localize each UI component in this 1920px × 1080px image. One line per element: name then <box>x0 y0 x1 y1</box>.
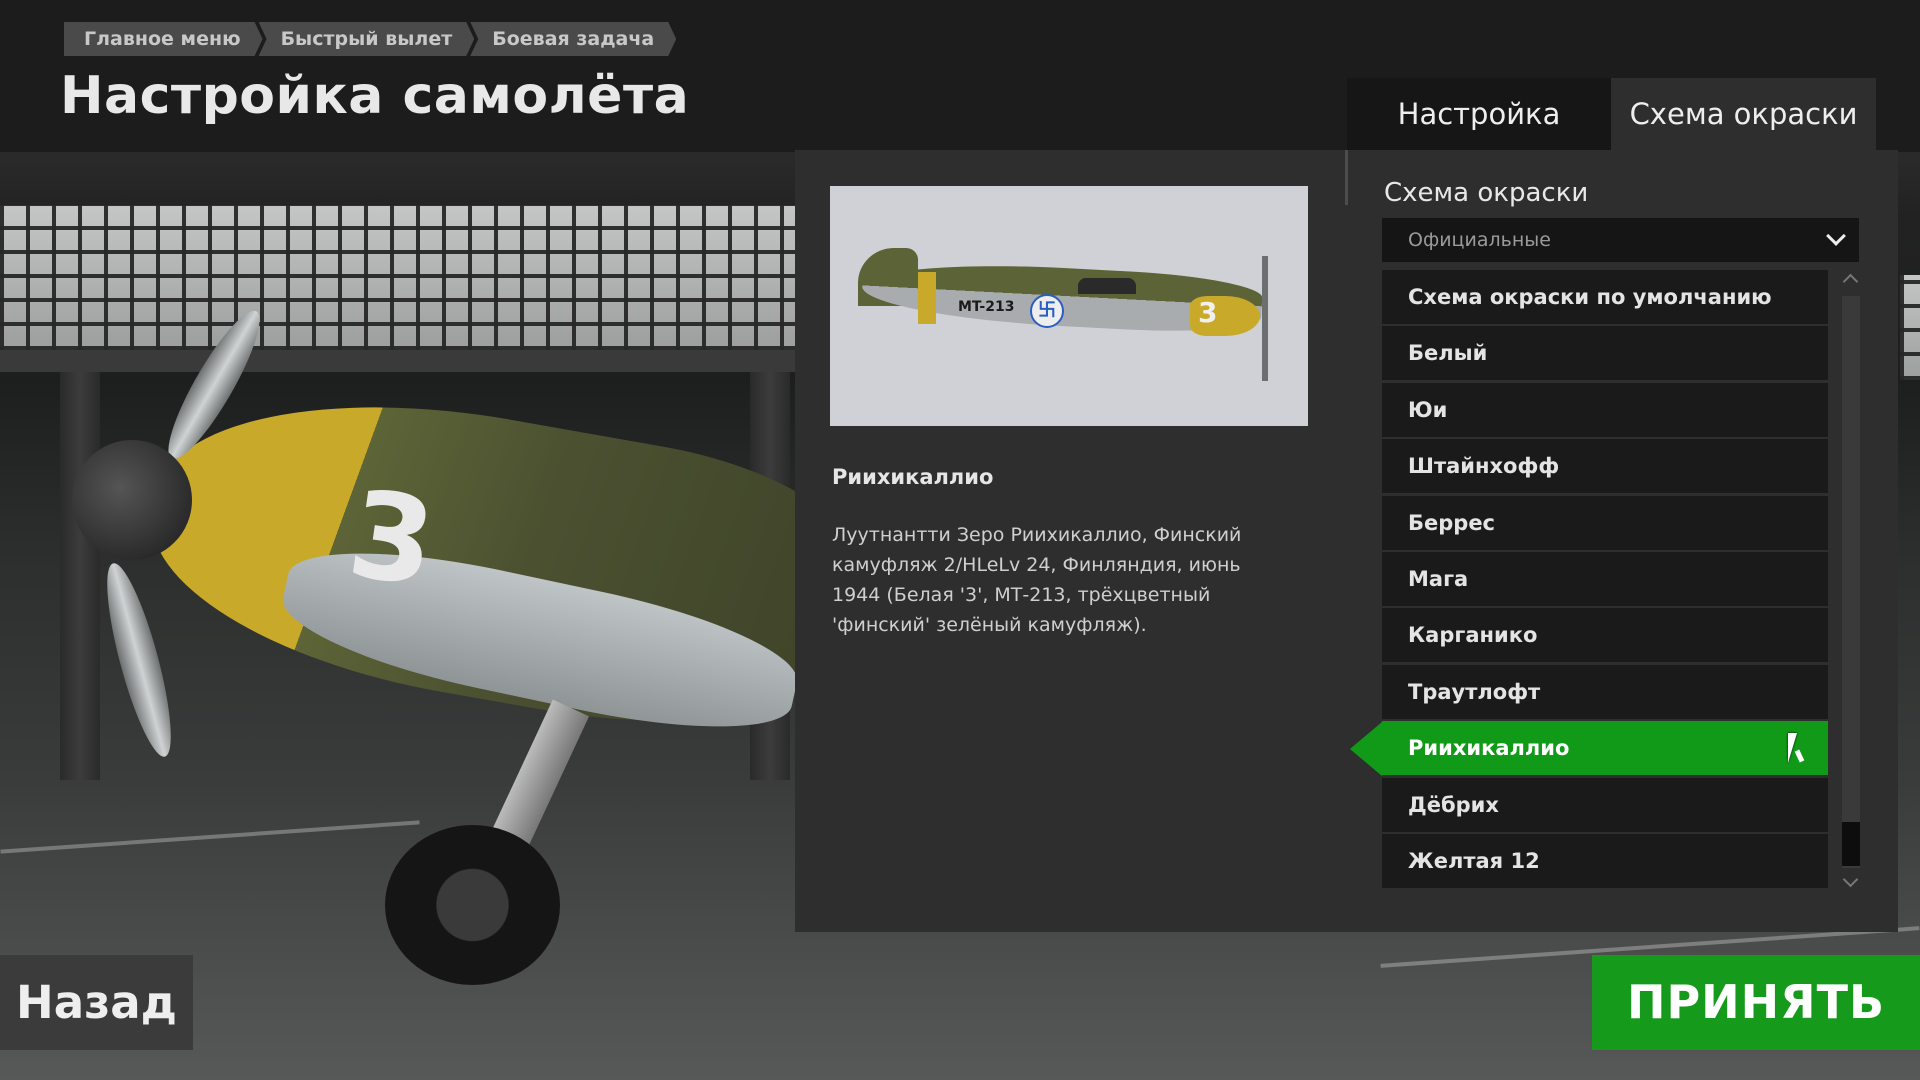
preview-code: MT-213 <box>958 299 1015 315</box>
preview-tail-band <box>918 272 936 324</box>
hangar-beam <box>0 350 800 372</box>
tab-setup[interactable]: Настройка <box>1347 78 1611 150</box>
tab-paint-scheme[interactable]: Схема окраски <box>1611 78 1876 150</box>
paint-filter-value: Официальные <box>1408 229 1551 251</box>
selected-skin-description: Луутнантти Зеро Риихикаллио, Финский кам… <box>832 524 1242 636</box>
preview-roundel: 卐 <box>1030 294 1064 328</box>
scrollbar-track[interactable] <box>1842 296 1860 868</box>
list-item[interactable]: Схема окраски по умолчанию <box>1382 270 1828 324</box>
hangar-windows <box>0 205 800 350</box>
breadcrumb-combat-task[interactable]: Боевая задача <box>470 22 676 56</box>
list-item[interactable]: Дёбрих <box>1382 777 1828 832</box>
preview-cockpit <box>1078 278 1136 294</box>
list-item[interactable]: Карганико <box>1382 608 1828 663</box>
list-item-selected[interactable]: Риихикаллио <box>1382 721 1828 776</box>
list-item[interactable]: Юи <box>1382 382 1828 437</box>
breadcrumb: Главное меню Быстрый вылет Боевая задача <box>64 22 672 56</box>
skin-preview-image: MT-213 卐 3 <box>830 186 1308 426</box>
breadcrumb-quick-flight[interactable]: Быстрый вылет <box>259 22 475 56</box>
list-item[interactable]: Белый <box>1382 326 1828 381</box>
panel-divider <box>1345 150 1348 205</box>
back-button[interactable]: Назад <box>0 955 193 1050</box>
aircraft-wheel <box>385 825 560 985</box>
accept-button[interactable]: ПРИНЯТЬ <box>1592 955 1920 1050</box>
list-item[interactable]: Штайнхофф <box>1382 439 1828 494</box>
preview-propeller <box>1262 256 1268 381</box>
paint-scheme-list: Схема окраски по умолчанию Белый Юи Штай… <box>1382 270 1828 894</box>
paint-filter-dropdown[interactable]: Официальные <box>1382 218 1859 262</box>
chevron-down-icon <box>1826 226 1846 246</box>
scrollbar-thumb[interactable] <box>1842 822 1860 866</box>
selected-skin-name: Риихикаллио <box>832 465 994 489</box>
list-item[interactable]: Желтая 12 <box>1382 833 1828 888</box>
selection-arrow-icon <box>1350 722 1382 776</box>
list-item[interactable]: Мага <box>1382 551 1828 606</box>
preview-number: 3 <box>1198 296 1218 329</box>
list-item[interactable]: Беррес <box>1382 495 1828 550</box>
aircraft-spinner <box>72 440 192 560</box>
hangar-windows-right <box>1900 275 1920 380</box>
breadcrumb-main-menu[interactable]: Главное меню <box>64 22 263 56</box>
list-item[interactable]: Траутлофт <box>1382 664 1828 719</box>
paint-list-title: Схема окраски <box>1384 178 1589 208</box>
page-title: Настройка самолёта <box>60 66 690 126</box>
